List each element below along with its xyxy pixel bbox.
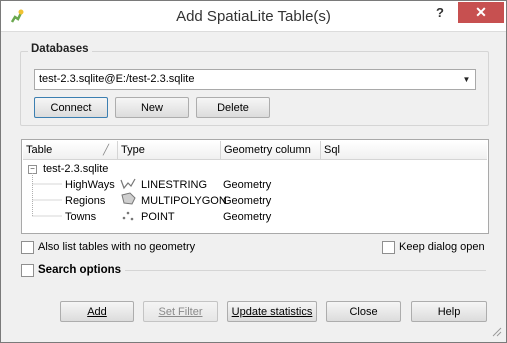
- header-table-label: Table: [26, 144, 53, 156]
- close-button[interactable]: Close: [326, 301, 401, 322]
- database-select[interactable]: test-2.3.sqlite@E:/test-2.3.sqlite ▼: [34, 69, 476, 90]
- table-row-regions-geometry: Geometry: [223, 195, 272, 207]
- title-help-button[interactable]: ?: [429, 4, 451, 22]
- keep-open-checkbox[interactable]: [382, 241, 395, 254]
- search-options-divider: [125, 270, 486, 271]
- table-row-regions-name[interactable]: Regions: [65, 195, 105, 207]
- table-row-highways-name[interactable]: HighWays: [65, 179, 115, 191]
- set-filter-button[interactable]: Set Filter: [143, 301, 218, 322]
- resize-grip-icon[interactable]: [490, 325, 502, 337]
- new-button[interactable]: New: [115, 97, 189, 118]
- add-button-label: Add: [87, 306, 107, 318]
- header-sql[interactable]: Sql: [321, 141, 487, 160]
- set-filter-button-label: Set Filter: [158, 306, 203, 318]
- databases-group-title: Databases: [28, 43, 92, 55]
- update-statistics-button-label: Update statistics: [231, 306, 313, 318]
- dialog-window: Add SpatiaLite Table(s) ? ✕ Databases te…: [0, 0, 507, 343]
- search-options-label[interactable]: Search options: [38, 264, 121, 276]
- no-geometry-label[interactable]: Also list tables with no geometry: [38, 241, 195, 253]
- help-button[interactable]: Help: [411, 301, 487, 322]
- table-row-towns-type: POINT: [141, 211, 175, 223]
- point-icon: [122, 211, 134, 221]
- connect-button[interactable]: Connect: [34, 97, 108, 118]
- header-type[interactable]: Type: [118, 141, 221, 160]
- delete-button[interactable]: Delete: [196, 97, 270, 118]
- add-button[interactable]: Add: [60, 301, 134, 322]
- keep-open-label[interactable]: Keep dialog open: [399, 241, 485, 253]
- database-select-value: test-2.3.sqlite@E:/test-2.3.sqlite: [39, 73, 195, 85]
- window-close-button[interactable]: ✕: [458, 2, 504, 23]
- table-row-towns-geometry: Geometry: [223, 211, 272, 223]
- table-row-regions-type: MULTIPOLYGON: [141, 195, 227, 207]
- tree-branch-lines: [32, 173, 62, 217]
- no-geometry-checkbox[interactable]: [21, 241, 34, 254]
- tables-tree[interactable]: Table ╱ Type Geometry column Sql − test-…: [21, 139, 489, 234]
- linestring-icon: [120, 178, 136, 190]
- search-options-checkbox[interactable]: [21, 264, 34, 277]
- sort-indicator-icon: ╱: [102, 145, 109, 156]
- title-bar[interactable]: Add SpatiaLite Table(s) ? ✕: [1, 1, 506, 32]
- chevron-down-icon[interactable]: ▼: [459, 71, 474, 88]
- table-row-towns-name[interactable]: Towns: [65, 211, 96, 223]
- header-geometry-column[interactable]: Geometry column: [221, 141, 321, 160]
- polygon-icon: [121, 192, 136, 205]
- update-statistics-button[interactable]: Update statistics: [227, 301, 317, 322]
- table-row-highways-geometry: Geometry: [223, 179, 272, 191]
- table-row-highways-type: LINESTRING: [141, 179, 208, 191]
- header-table[interactable]: Table ╱: [23, 141, 118, 160]
